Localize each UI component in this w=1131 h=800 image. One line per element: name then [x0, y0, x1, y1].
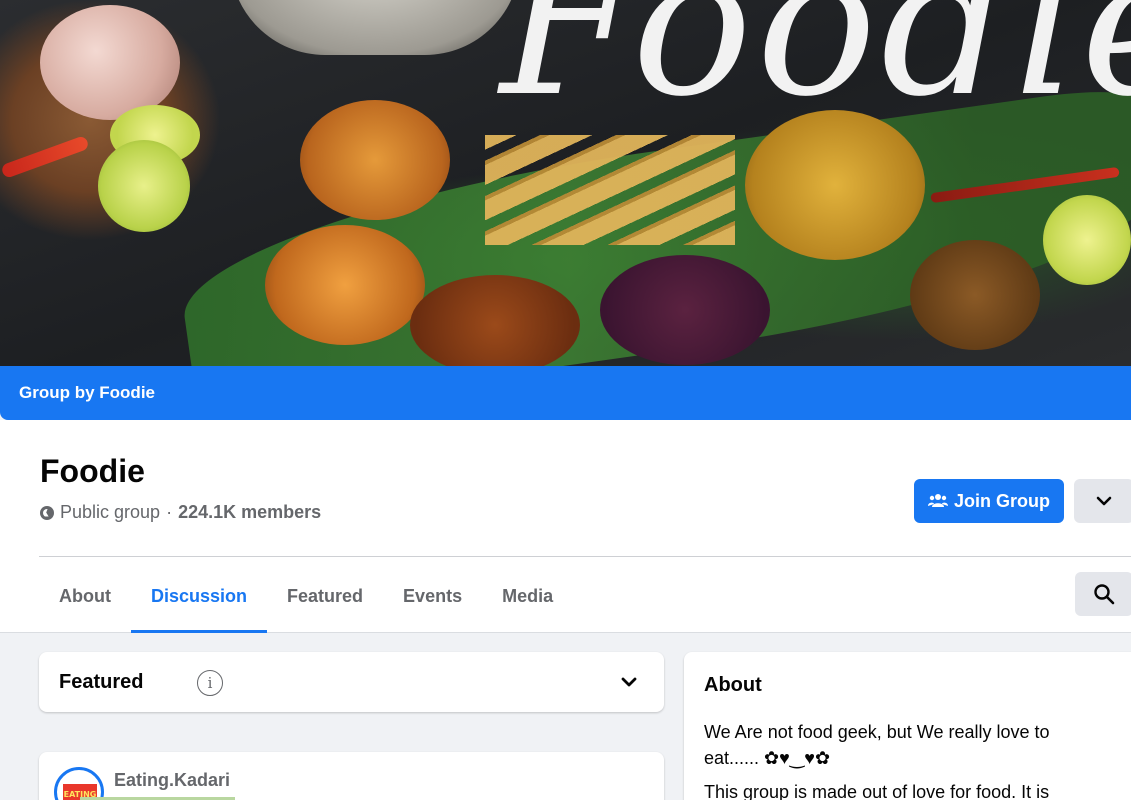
people-icon — [928, 494, 948, 507]
post-author[interactable]: Eating.Kadari — [114, 770, 230, 791]
cover-fried-food — [300, 100, 450, 220]
page-title: Foodie — [40, 453, 145, 489]
group-tabs: About Discussion Featured Events Media — [39, 560, 573, 633]
cover-greens — [600, 255, 770, 365]
search-icon — [1094, 584, 1115, 605]
cover-fritter — [910, 240, 1040, 350]
tab-about[interactable]: About — [39, 560, 131, 633]
avatar[interactable]: EATING — [54, 767, 104, 800]
post-card: EATING Eating.Kadari — [39, 752, 664, 800]
tab-label: About — [59, 586, 111, 606]
join-group-button[interactable]: Join Group — [914, 479, 1064, 523]
members-count[interactable]: 224.1K members — [178, 502, 321, 523]
cover-drumsticks — [485, 135, 735, 245]
about-card: About We Are not food geek, but We reall… — [684, 652, 1131, 800]
header-divider — [39, 556, 1131, 557]
featured-card: Featured i — [39, 652, 664, 712]
cover-title: Foodie — [500, 0, 1131, 141]
cover-crumble — [410, 275, 580, 366]
group-header: Foodie Public group · 224.1K members Joi… — [0, 420, 1131, 633]
tab-discussion[interactable]: Discussion — [130, 560, 268, 633]
about-title: About — [704, 674, 762, 696]
cover-onion — [40, 5, 180, 120]
cover-chili — [0, 135, 90, 179]
privacy-label: Public group — [60, 502, 161, 522]
chevron-down-icon[interactable] — [619, 672, 639, 692]
tab-label: Featured — [287, 586, 364, 606]
cover-fried-food — [265, 225, 425, 345]
globe-icon — [40, 505, 54, 520]
tab-label: Discussion — [150, 586, 248, 606]
about-description-continued: This group is made out of love for food.… — [704, 782, 1050, 800]
meta-separator: · — [166, 502, 173, 522]
tab-featured[interactable]: Featured — [267, 560, 383, 633]
tab-media[interactable]: Media — [482, 560, 573, 633]
cover-bowl — [230, 0, 520, 55]
group-by-bar[interactable]: Group by Foodie — [0, 366, 1131, 420]
group-by-label[interactable]: Group by Foodie — [19, 383, 155, 403]
cover-lime — [98, 140, 190, 232]
cover-photo[interactable]: Foodie — [0, 0, 1131, 366]
join-group-label: Join Group — [954, 490, 1050, 511]
featured-title: Featured — [59, 671, 144, 693]
chevron-down-icon — [1096, 496, 1112, 506]
cover-lime — [1043, 195, 1131, 285]
more-options-button[interactable] — [1074, 479, 1131, 523]
tab-events[interactable]: Events — [383, 560, 482, 633]
search-button[interactable] — [1075, 572, 1131, 616]
info-icon[interactable]: i — [197, 670, 223, 696]
group-meta: Public group · 224.1K members — [40, 502, 321, 523]
tab-label: Media — [502, 586, 554, 606]
about-description: We Are not food geek, but We really love… — [704, 722, 1050, 768]
tab-label: Events — [403, 586, 463, 606]
